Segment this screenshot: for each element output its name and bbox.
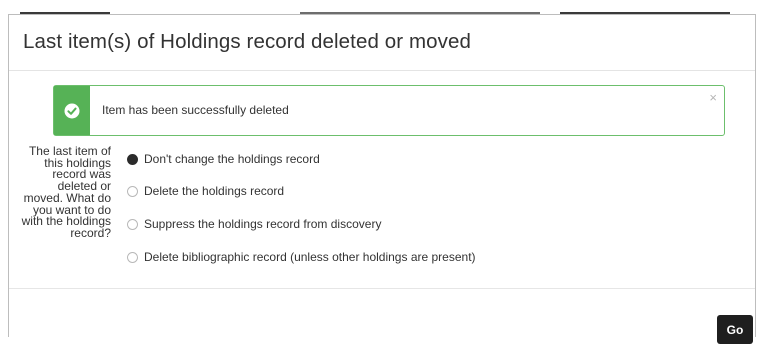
radio-unselected[interactable]: [127, 185, 138, 197]
radio-unselected[interactable]: [127, 218, 138, 230]
alert-icon-box: [54, 86, 90, 135]
check-circle-icon: [64, 103, 80, 118]
radio-selected[interactable]: [127, 153, 138, 165]
modal-header: Last item(s) of Holdings record deleted …: [9, 15, 755, 71]
question-label: The last item of this holdings record wa…: [21, 144, 111, 240]
option-keep-holdings[interactable]: Don't change the holdings record: [127, 151, 320, 167]
success-alert: Item has been successfully deleted ×: [53, 85, 725, 136]
alert-close-button[interactable]: ×: [709, 91, 717, 104]
option-delete-bib-record[interactable]: Delete bibliographic record (unless othe…: [127, 249, 476, 265]
modal-title: Last item(s) of Holdings record deleted …: [23, 30, 472, 53]
background-strip: [0, 0, 758, 14]
holdings-modal: Last item(s) of Holdings record deleted …: [8, 14, 756, 344]
go-button[interactable]: Go: [717, 315, 753, 344]
option-label: Delete bibliographic record (unless othe…: [144, 250, 476, 264]
option-suppress-holdings[interactable]: Suppress the holdings record from discov…: [127, 216, 381, 232]
radio-unselected[interactable]: [127, 251, 138, 263]
option-delete-holdings[interactable]: Delete the holdings record: [127, 183, 284, 199]
option-label: Delete the holdings record: [144, 184, 285, 198]
option-label: Don't change the holdings record: [144, 152, 320, 166]
alert-message: Item has been successfully deleted: [102, 103, 289, 117]
footer-divider: [9, 288, 755, 289]
option-label: Suppress the holdings record from discov…: [144, 217, 382, 231]
